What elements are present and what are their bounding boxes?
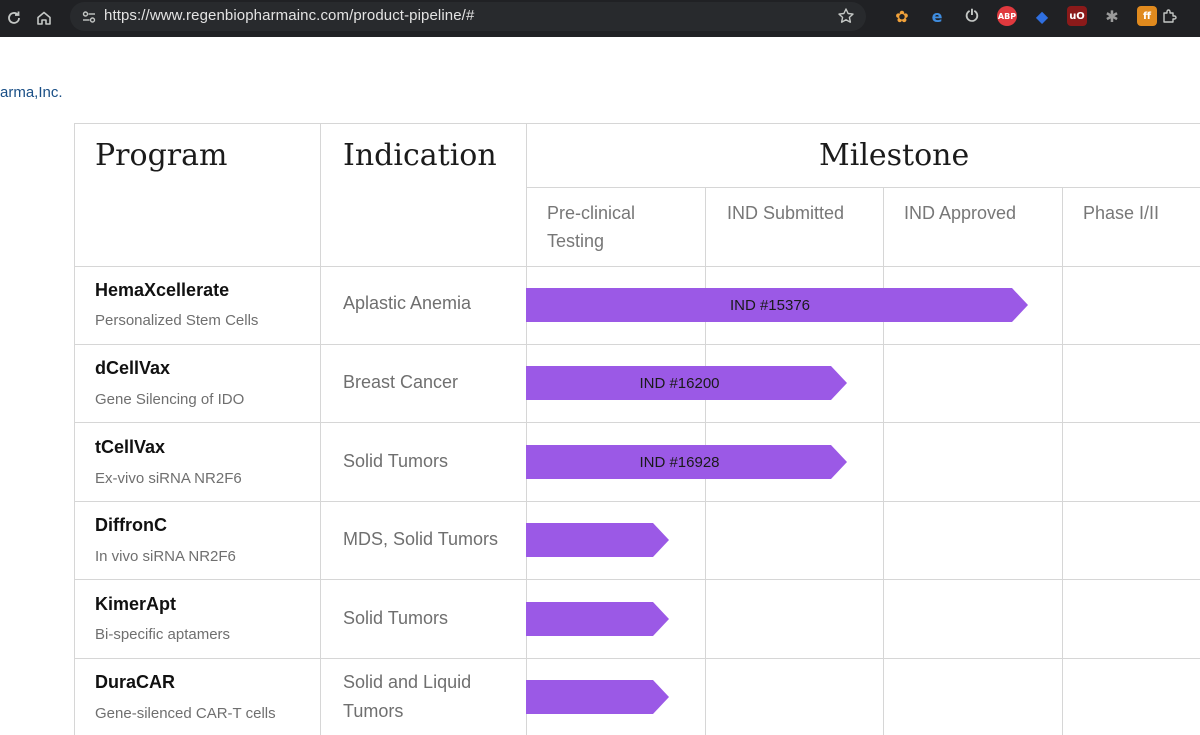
indication: Solid Tumors <box>343 451 449 471</box>
pipeline-table: Program Indication Milestone Pre-clinica… <box>74 123 1200 735</box>
ext-butterfly-icon[interactable]: ✿ <box>892 6 912 26</box>
indication: Aplastic Anemia <box>343 293 472 313</box>
program-name: DiffronC <box>95 515 167 535</box>
ind-number: IND #16200 <box>639 374 720 392</box>
indication: MDS, Solid Tumors <box>343 529 499 549</box>
progress-arrow: IND #16200 <box>526 366 847 400</box>
progress-arrow: IND #16928 <box>526 445 847 479</box>
program-name: dCellVax <box>95 358 171 378</box>
program-description: Personalized Stem Cells <box>95 312 259 329</box>
ext-power-icon[interactable]: ⏻ <box>962 6 982 26</box>
progress-arrow: IND #15376 <box>526 288 1028 322</box>
program-description: Ex-vivo siRNA NR2F6 <box>95 470 242 487</box>
program-name: DuraCAR <box>95 672 176 692</box>
stage-ind-approved: IND Approved <box>904 203 1017 223</box>
progress-arrow <box>526 680 669 714</box>
header-indication: Indication <box>343 138 497 173</box>
home-icon[interactable] <box>30 4 58 32</box>
ind-number: IND #15376 <box>729 296 811 314</box>
bookmark-star-icon[interactable] <box>836 6 856 26</box>
progress-arrow <box>526 602 669 636</box>
ext-shield-icon[interactable]: ◆ <box>1032 6 1052 26</box>
indication: Solid Tumors <box>343 608 449 628</box>
program-name: HemaXcellerate <box>95 280 230 300</box>
program-name: tCellVax <box>95 437 166 457</box>
indication: Solid and Liquid Tumors <box>343 672 472 721</box>
ext-spider-icon[interactable]: ✱ <box>1102 6 1122 26</box>
header-program: Program <box>95 138 228 173</box>
program-description: Gene Silencing of IDO <box>95 391 245 408</box>
stage-preclinical: Pre-clinical Testing <box>547 203 636 251</box>
program-name: KimerApt <box>95 594 177 614</box>
header-milestone: Milestone <box>819 138 970 173</box>
browser-toolbar: https://www.regenbiopharmainc.com/produc… <box>0 0 1200 37</box>
reload-icon[interactable] <box>0 4 28 32</box>
ext-abp-icon[interactable]: ABP <box>997 6 1017 26</box>
url-text[interactable]: https://www.regenbiopharmainc.com/produc… <box>104 7 474 24</box>
program-description: In vivo siRNA NR2F6 <box>95 548 236 565</box>
program-description: Gene-silenced CAR-T cells <box>95 705 276 722</box>
company-name-fragment[interactable]: arma,Inc. <box>0 84 63 101</box>
site-settings-icon[interactable] <box>80 8 98 26</box>
ext-ublock-icon[interactable]: uO <box>1067 6 1087 26</box>
ext-e-icon[interactable]: e <box>927 6 947 26</box>
ext-rss-icon[interactable]: ff <box>1137 6 1157 26</box>
puzzle-extensions-icon[interactable] <box>1160 6 1180 26</box>
ind-number: IND #16928 <box>639 453 720 471</box>
indication: Breast Cancer <box>343 372 459 392</box>
stage-phase-1-2: Phase I/II <box>1083 203 1160 223</box>
address-bar[interactable]: https://www.regenbiopharmainc.com/produc… <box>70 2 866 31</box>
stage-ind-submitted: IND Submitted <box>727 203 845 223</box>
program-description: Bi-specific aptamers <box>95 626 231 643</box>
progress-arrow <box>526 523 669 557</box>
